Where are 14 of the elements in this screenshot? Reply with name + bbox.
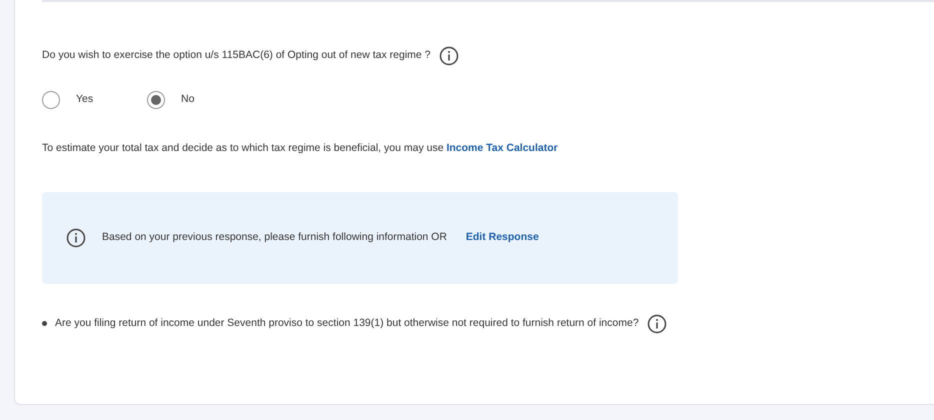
info-icon[interactable] bbox=[438, 46, 459, 66]
radio-button[interactable] bbox=[147, 91, 165, 109]
edit-response-link[interactable]: Edit Response bbox=[466, 230, 539, 243]
info-icon[interactable] bbox=[66, 228, 86, 248]
notice-text: Based on your previous response, please furnish following information OR Edit Response bbox=[102, 230, 539, 245]
calculator-link[interactable]: Income Tax Calculator bbox=[446, 142, 558, 154]
radio-button[interactable] bbox=[42, 91, 60, 109]
radio-label: Yes bbox=[76, 92, 94, 108]
estimate-text: To estimate your total tax and decide as to which tax regime is beneficial, you may use Income Tax Calculator bbox=[42, 142, 558, 154]
question-text: Are you filing return of income under Seventh proviso to section 139(1) but otherwise not required to furnish return of income? bbox=[55, 316, 639, 331]
bullet-icon bbox=[42, 321, 47, 326]
radio-label: No bbox=[181, 92, 194, 108]
info-icon[interactable] bbox=[646, 314, 667, 334]
question-text: Do you wish to exercise the option u/s 115BAC(6) of Opting out of new tax regime ? bbox=[42, 48, 431, 64]
